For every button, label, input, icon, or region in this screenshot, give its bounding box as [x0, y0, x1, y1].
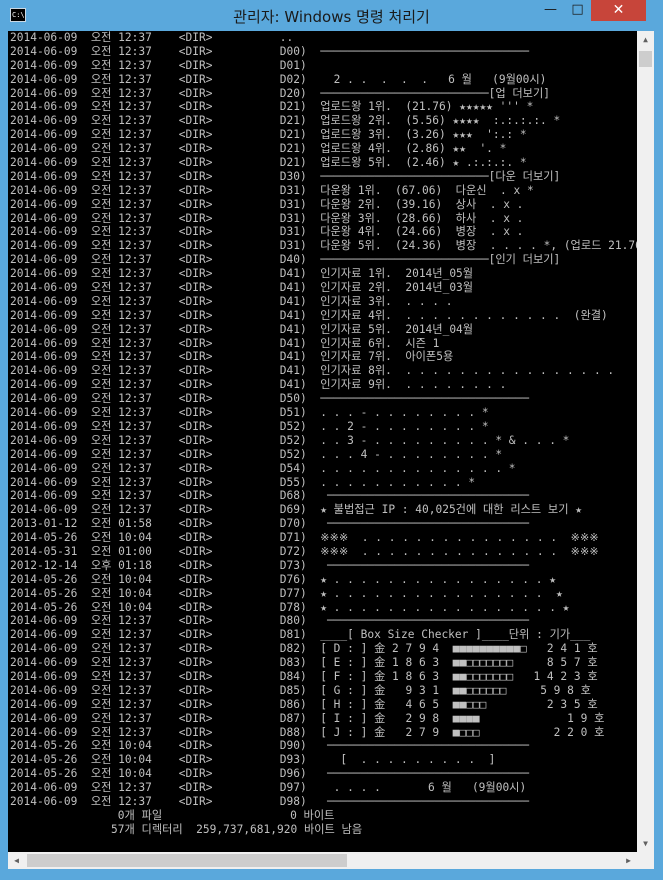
console-line: 2014-06-09 오전 12:37 <DIR> D20) ─────────…	[10, 86, 550, 100]
scroll-up-icon[interactable]: ▲	[637, 31, 654, 48]
console-line: 2014-06-09 오전 12:37 <DIR> D83) [ E : ] 金…	[10, 656, 598, 670]
title-bar[interactable]: C:\ 관리자: Windows 명령 처리기 — □ ✕	[0, 0, 663, 31]
console-line: 2014-06-09 오전 12:37 <DIR> D69) ★ 불법접근 IP…	[10, 503, 582, 517]
console-line: 2014-06-09 오전 12:37 <DIR> D97) . . . . 6…	[10, 781, 527, 795]
console-lines: 2014-06-09 오전 12:37 <DIR> .. 2014-06-09 오…	[10, 31, 637, 837]
console-line: 2014-05-26 오전 10:04 <DIR> D93) [ . . . .…	[10, 753, 496, 767]
console-line: 2014-05-26 오전 10:04 <DIR> D77) ★ . . . .…	[10, 586, 563, 600]
minimize-button[interactable]: —	[537, 0, 564, 21]
vertical-scroll-thumb[interactable]	[639, 51, 652, 67]
scroll-left-icon[interactable]: ◀	[8, 852, 25, 869]
console-line: 2014-06-09 오전 12:37 <DIR> D88) [ J : ] 金…	[10, 725, 605, 739]
console-line: 2014-06-09 오전 12:37 <DIR> D41) 인기자료 2위. …	[10, 281, 474, 295]
console-line: 2014-06-09 오전 12:37 <DIR> D55) . . . . .…	[10, 475, 476, 489]
console-line: 2014-05-26 오전 10:04 <DIR> D96) ─────────…	[10, 767, 530, 781]
console-line: 2014-06-09 오전 12:37 <DIR> D30) ─────────…	[10, 169, 561, 183]
console-line: 2014-06-09 오전 12:37 <DIR> D85) [ G : ] 金…	[10, 683, 591, 697]
console-line: 2014-06-09 오전 12:37 <DIR> D00) ─────────…	[10, 44, 530, 58]
console-line: 2014-06-09 오전 12:37 <DIR> D86) [ H : ] 金…	[10, 697, 598, 711]
horizontal-scrollbar[interactable]: ◀ ▶	[8, 852, 637, 869]
console-line: 2012-12-14 오후 01:18 <DIR> D73) ─────────…	[10, 558, 530, 572]
console-line: 2014-06-09 오전 12:37 <DIR> D21) 업로드왕 3위. …	[10, 128, 527, 142]
console-line: 2014-06-09 오전 12:37 <DIR> D84) [ F : ] 金…	[10, 669, 598, 683]
console-line: 2014-06-09 오전 12:37 <DIR> D41) 인기자료 5위. …	[10, 322, 474, 336]
console-output[interactable]: 2014-06-09 오전 12:37 <DIR> .. 2014-06-09 오…	[8, 31, 637, 852]
console-line: 2014-06-09 오전 12:37 <DIR> D87) [ I : ] 金…	[10, 711, 605, 725]
console-line: 2014-06-09 오전 12:37 <DIR> ..	[10, 31, 294, 44]
console-line: 2014-06-09 오전 12:37 <DIR> D40) ─────────…	[10, 253, 561, 267]
console-line: 2014-05-26 오전 10:04 <DIR> D76) ★ . . . .…	[10, 572, 556, 586]
maximize-button[interactable]: □	[564, 0, 591, 21]
console-line: 2014-06-09 오전 12:37 <DIR> D31) 다운왕 2위. (…	[10, 197, 524, 211]
horizontal-scroll-thumb[interactable]	[27, 854, 347, 867]
console-line: 2014-06-09 오전 12:37 <DIR> D68) ─────────…	[10, 489, 530, 503]
console-line: 2014-06-09 오전 12:37 <DIR> D21) 업로드왕 5위. …	[10, 156, 527, 170]
console-line: 2014-06-09 오전 12:37 <DIR> D52) . . . 4 -…	[10, 447, 503, 461]
console-line: 2014-06-09 오전 12:37 <DIR> D51) . . . - .…	[10, 406, 489, 420]
scroll-down-icon[interactable]: ▼	[637, 835, 654, 852]
close-button[interactable]: ✕	[591, 0, 646, 21]
console-line: 2014-06-09 오전 12:37 <DIR> D82) [ D : ] 金…	[10, 642, 598, 656]
console-line: 2014-06-09 오전 12:37 <DIR> D41) 인기자료 1위. …	[10, 267, 474, 281]
console-line: 2014-06-09 오전 12:37 <DIR> D50) ─────────…	[10, 392, 530, 406]
console-line: 2014-05-26 오전 10:04 <DIR> D90) ─────────…	[10, 739, 530, 753]
console-line: 2013-01-12 오전 01:58 <DIR> D70) ─────────…	[10, 517, 530, 531]
console-line: 2014-06-09 오전 12:37 <DIR> D31) 다운왕 3위. (…	[10, 211, 524, 225]
console-line: 2014-06-09 오전 12:37 <DIR> D41) 인기자료 3위. …	[10, 294, 453, 308]
console-line: 2014-05-26 오전 10:04 <DIR> D78) ★ . . . .…	[10, 600, 570, 614]
console-line: 2014-05-26 오전 10:04 <DIR> D71) ※※※ . . .…	[10, 531, 599, 545]
console-line: 0개 파일 0 바이트	[10, 808, 335, 822]
console-line: 2014-06-09 오전 12:37 <DIR> D41) 인기자료 9위. …	[10, 378, 507, 392]
console-line: 57개 디렉터리 259,737,681,920 바이트 남음	[10, 822, 363, 836]
console-line: 2014-06-09 오전 12:37 <DIR> D41) 인기자료 7위. …	[10, 350, 454, 364]
scrollbar-corner	[637, 852, 654, 869]
console-line: 2014-06-09 오전 12:37 <DIR> D21) 업로드왕 4위. …	[10, 142, 507, 156]
console-line: 2014-06-09 오전 12:37 <DIR> D41) 인기자료 4위. …	[10, 308, 608, 322]
scroll-right-icon[interactable]: ▶	[620, 852, 637, 869]
console-line: 2014-06-09 오전 12:37 <DIR> D81) ____[ Box…	[10, 628, 591, 642]
console-line: 2014-05-31 오전 01:00 <DIR> D72) ※※※ . . .…	[10, 544, 599, 558]
console-line: 2014-06-09 오전 12:37 <DIR> D31) 다운왕 4위. (…	[10, 225, 524, 239]
console-line: 2014-06-09 오전 12:37 <DIR> D41) 인기자료 6위. …	[10, 336, 440, 350]
console-line: 2014-06-09 오전 12:37 <DIR> D21) 업로드왕 1위. …	[10, 100, 534, 114]
console-line: 2014-06-09 오전 12:37 <DIR> D98) ─────────…	[10, 794, 530, 808]
console-line: 2014-06-09 오전 12:37 <DIR> D01)	[10, 58, 307, 72]
console-line: 2014-06-09 오전 12:37 <DIR> D31) 다운왕 1위. (…	[10, 183, 534, 197]
console-line: 2014-06-09 오전 12:37 <DIR> D52) . . 2 - .…	[10, 419, 489, 433]
console-line: 2014-06-09 오전 12:37 <DIR> D41) 인기자료 8위. …	[10, 364, 615, 378]
console-line: 2014-06-09 오전 12:37 <DIR> D52) . . 3 - .…	[10, 433, 570, 447]
console-line: 2014-06-09 오전 12:37 <DIR> D31) 다운왕 5위. (…	[10, 239, 637, 253]
console-line: 2014-06-09 오전 12:37 <DIR> D80) ─────────…	[10, 614, 530, 628]
vertical-scrollbar[interactable]: ▲ ▼	[637, 31, 654, 852]
console-line: 2014-06-09 오전 12:37 <DIR> D21) 업로드왕 2위. …	[10, 114, 561, 128]
console-line: 2014-06-09 오전 12:37 <DIR> D54) . . . . .…	[10, 461, 516, 475]
console-line: 2014-06-09 오전 12:37 <DIR> D02) 2 . . . .…	[10, 72, 547, 86]
console-window: C:\ 관리자: Windows 명령 처리기 — □ ✕ 2014-06-09…	[0, 0, 663, 880]
